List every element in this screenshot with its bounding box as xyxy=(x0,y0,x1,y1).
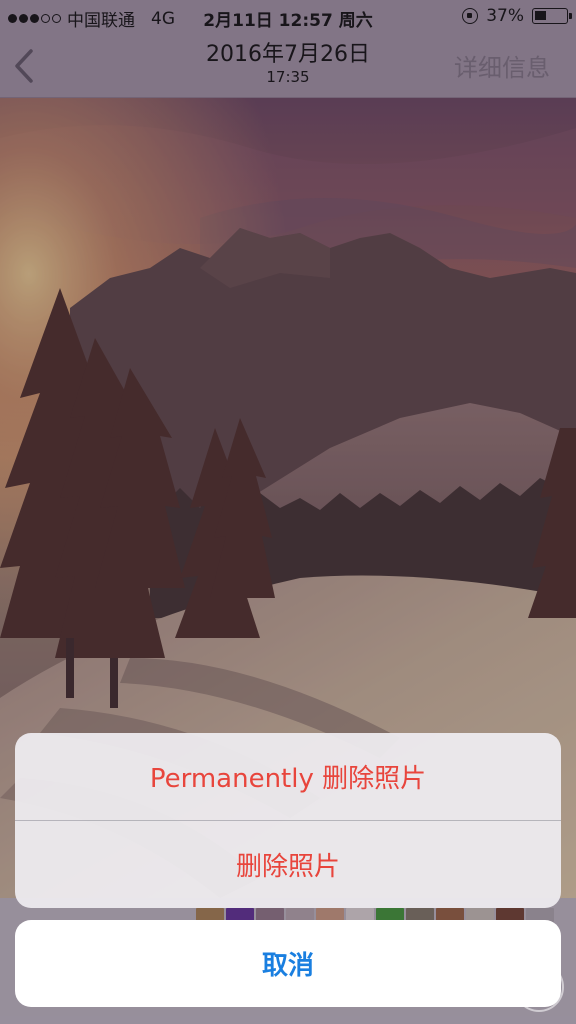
permanently-delete-photo-button[interactable]: Permanently 删除照片 xyxy=(15,733,561,820)
watermark-logo-icon xyxy=(514,962,564,1012)
cancel-button[interactable]: 取消 xyxy=(15,920,561,1007)
action-sheet: Permanently 删除照片 删除照片 xyxy=(15,733,561,908)
delete-photo-button[interactable]: 删除照片 xyxy=(15,821,561,908)
